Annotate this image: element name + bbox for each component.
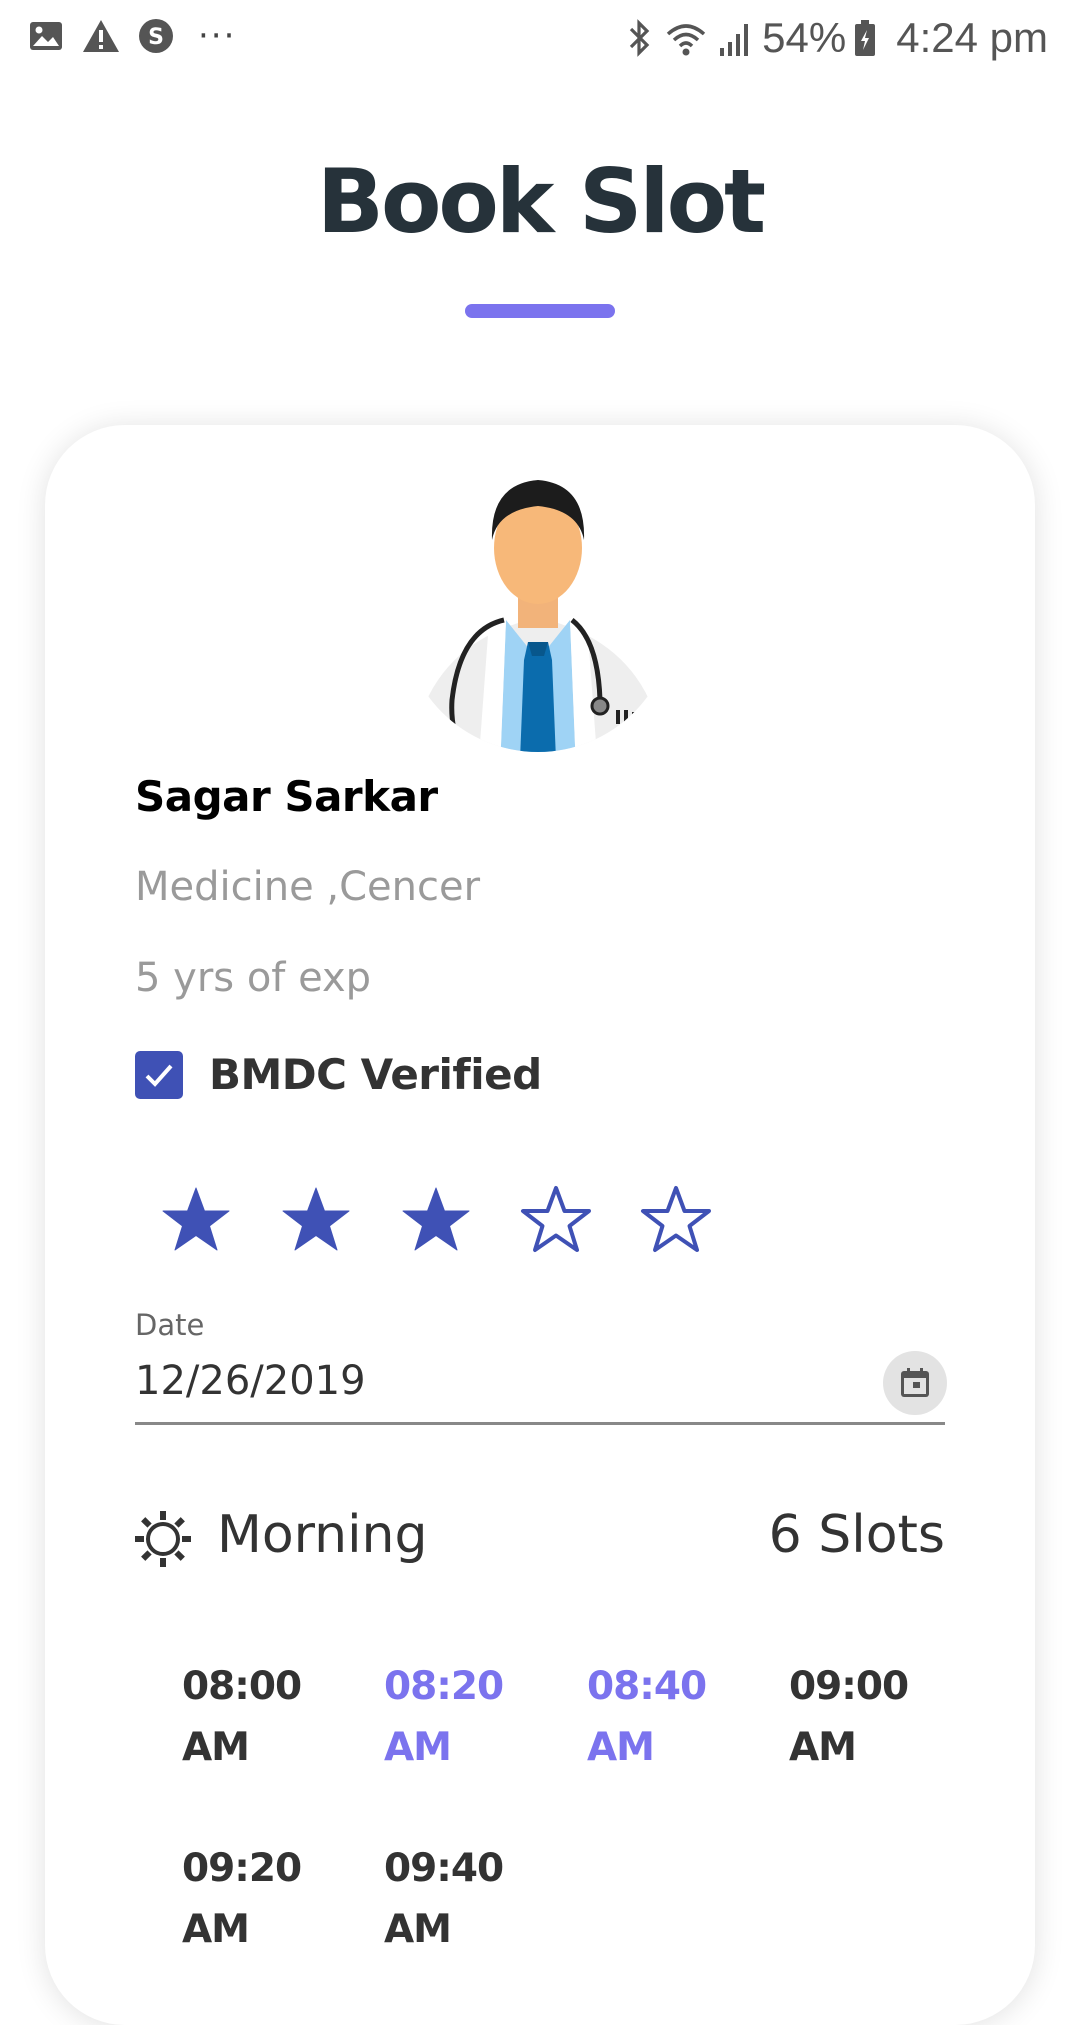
warning-icon [82,18,120,54]
slot-0920[interactable]: 09:20 AM [182,1838,342,1960]
slot-ampm: AM [384,1725,452,1770]
slot-time: 08:20 [384,1664,504,1709]
verified-checkbox[interactable] [135,1050,183,1099]
slot-0800[interactable]: 08:00 AM [182,1656,342,1778]
date-underline [135,1422,945,1425]
calendar-icon [901,1368,929,1397]
slot-ampm: AM [587,1725,655,1770]
battery-icon [854,18,876,58]
slot-0820[interactable]: 08:20 AM [384,1656,544,1778]
more-dots-icon: ··· [198,16,237,56]
slot-time: 09:40 [384,1846,504,1891]
status-bar: S ··· 54% 4:24 pm [0,0,1080,76]
image-icon [28,18,64,54]
morning-period: Morning 6 Slots [135,1505,945,1569]
slot-0840[interactable]: 08:40 AM [587,1656,747,1778]
title-underline [465,304,615,318]
status-time: 4:24 pm [896,14,1048,61]
bmdc-verified: BMDC Verified [135,1050,542,1099]
status-bar-right: 54% 4:24 pm [626,14,1048,62]
star-outline-icon[interactable] [520,1185,592,1257]
s-app-icon: S [138,18,174,54]
doctor-specialty: Medicine ,Cencer [135,864,481,910]
slot-ampm: AM [384,1907,452,1952]
slot-ampm: AM [182,1725,250,1770]
slot-time: 09:20 [182,1846,302,1891]
doctor-avatar-icon [410,480,666,752]
signal-icon [718,18,752,58]
slot-time: 09:00 [789,1664,909,1709]
rating-stars[interactable] [160,1185,760,1257]
slot-0900[interactable]: 09:00 AM [789,1656,949,1778]
slot-ampm: AM [182,1907,250,1952]
slot-ampm: AM [789,1725,857,1770]
bluetooth-icon [626,18,654,58]
check-icon [145,1064,173,1087]
slot-0940[interactable]: 09:40 AM [384,1838,544,1960]
battery-percent: 54% [762,14,847,61]
date-input[interactable]: 12/26/2019 [135,1358,366,1404]
period-label: Morning [217,1505,428,1565]
calendar-button[interactable] [883,1351,947,1415]
status-bar-left: S ··· [28,18,236,54]
star-filled-icon[interactable] [280,1185,352,1257]
slot-count: 6 Slots [768,1505,945,1565]
star-filled-icon[interactable] [400,1185,472,1257]
date-label: Date [135,1308,205,1342]
doctor-experience: 5 yrs of exp [135,955,372,1001]
doctor-name: Sagar Sarkar [135,772,438,821]
star-outline-icon[interactable] [640,1185,712,1257]
wifi-icon [664,18,708,58]
svg-text:S: S [148,25,164,50]
sun-icon [135,1511,191,1567]
slot-time: 08:40 [587,1664,707,1709]
verified-label: BMDC Verified [209,1050,542,1099]
star-filled-icon[interactable] [160,1185,232,1257]
slot-time: 08:00 [182,1664,302,1709]
page-title: Book Slot [316,150,766,253]
